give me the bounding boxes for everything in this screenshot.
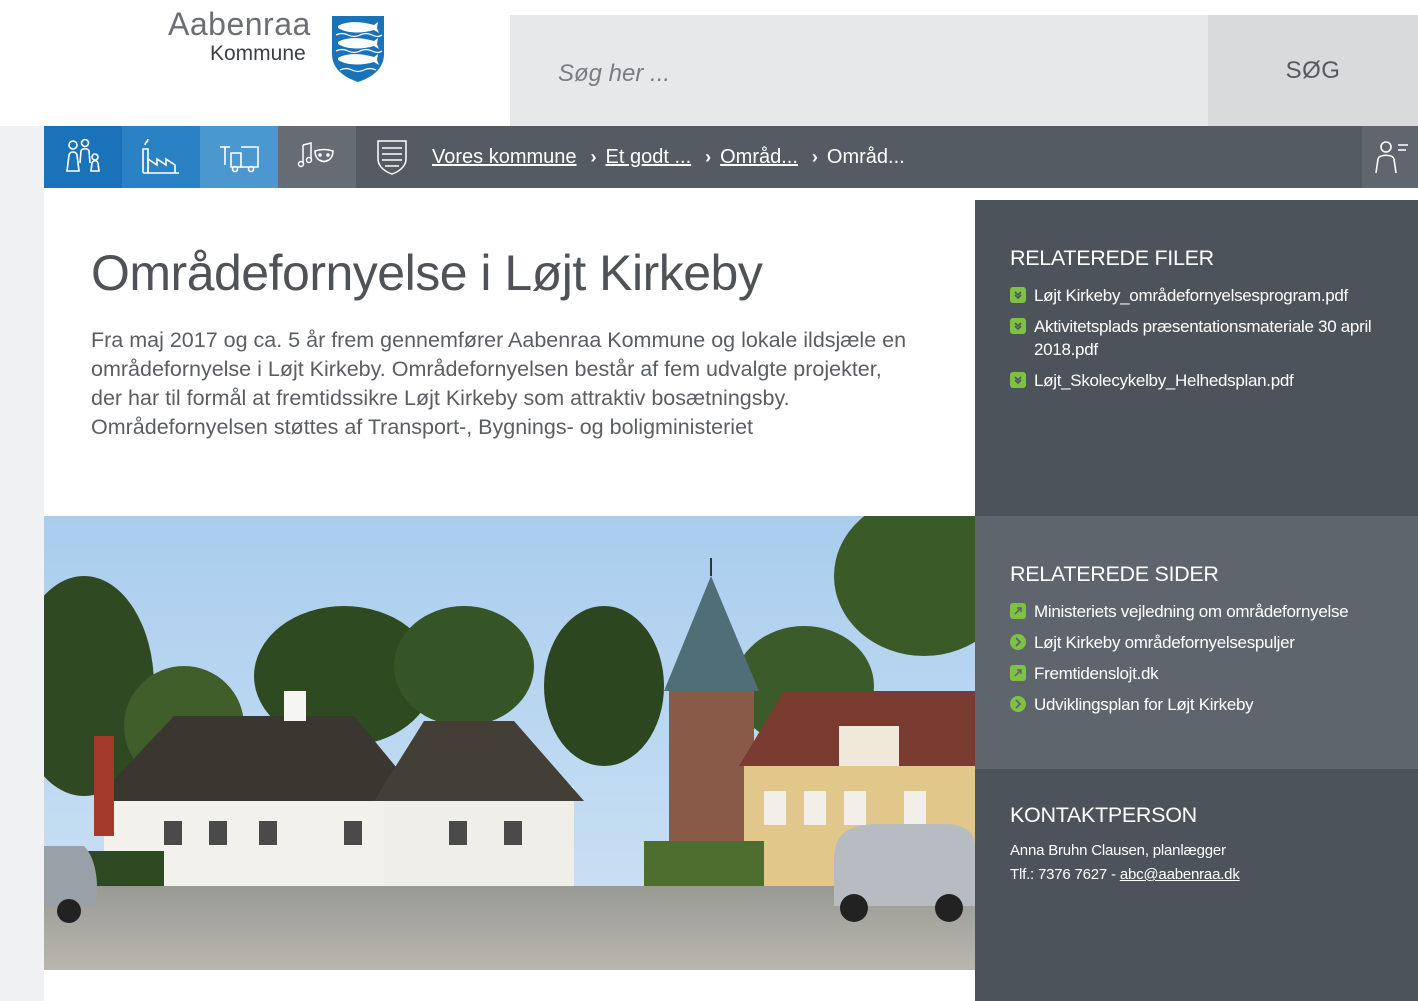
- nav-business-button[interactable]: [122, 126, 200, 188]
- related-page-label: Fremtidenslojt.dk: [1034, 664, 1159, 683]
- nav-culture-button[interactable]: [278, 126, 356, 188]
- related-file-item[interactable]: Løjt Kirkeby_områdefornyelsesprogram.pdf: [1010, 284, 1410, 307]
- logo-text-line2: Kommune: [210, 42, 306, 65]
- download-icon: [1010, 318, 1026, 334]
- factory-icon: [142, 138, 179, 174]
- external-link-icon: [1010, 665, 1026, 681]
- related-file-label: Aktivitetsplads præsentationsmateriale 3…: [1034, 317, 1372, 359]
- breadcrumb-separator: ›: [705, 146, 712, 167]
- truck-icon: [220, 146, 259, 173]
- contact-email-link[interactable]: abc@aabenraa.dk: [1120, 866, 1240, 883]
- breadcrumb-link-vores-kommune[interactable]: Vores kommune: [432, 146, 577, 169]
- contact-phone-line: Tlf.: 7376 7627 - abc@aabenraa.dk: [1010, 863, 1240, 887]
- user-icon: [1375, 141, 1408, 174]
- download-icon: [1010, 372, 1026, 388]
- logo[interactable]: Aabenraa Kommune: [168, 6, 398, 96]
- related-files-heading: RELATEREDE FILER: [1010, 246, 1214, 270]
- top-navigation: Vores kommune › Et godt ... › Områd... ›…: [44, 126, 1418, 188]
- family-icon: [66, 138, 100, 172]
- logo-shield-icon: [332, 16, 384, 82]
- related-page-label: Udviklingsplan for Løjt Kirkeby: [1034, 695, 1254, 714]
- related-files-panel: RELATEREDE FILER Løjt Kirkeby_områdeforn…: [975, 200, 1418, 516]
- intro-text: Fra maj 2017 og ca. 5 år frem gennemføre…: [91, 328, 907, 439]
- breadcrumb-separator: ›: [590, 146, 597, 167]
- related-file-label: Løjt_Skolecykelby_Helhedsplan.pdf: [1034, 371, 1294, 390]
- breadcrumb-link-omrad[interactable]: Områd...: [720, 146, 798, 169]
- contact-panel: KONTAKTPERSON Anna Bruhn Clausen, planlæ…: [975, 769, 1418, 1001]
- nav-municipality-button[interactable]: [356, 126, 428, 188]
- related-file-label: Løjt Kirkeby_områdefornyelsesprogram.pdf: [1034, 286, 1348, 305]
- related-page-item[interactable]: Udviklingsplan for Løjt Kirkeby: [1010, 693, 1410, 716]
- contact-info: Anna Bruhn Clausen, planlægger Tlf.: 737…: [1010, 839, 1240, 887]
- contact-name: Anna Bruhn Clausen, planlægger: [1010, 842, 1226, 859]
- page-title: Områdefornyelse i Løjt Kirkeby: [91, 245, 763, 301]
- related-page-item[interactable]: Løjt Kirkeby områdefornyelsespuljer: [1010, 631, 1410, 654]
- sidebar: RELATEREDE FILER Løjt Kirkeby_områdeforn…: [975, 200, 1418, 1001]
- logo-text-line1: Aabenraa: [168, 6, 311, 42]
- related-files-list: Løjt Kirkeby_områdefornyelsesprogram.pdf…: [1010, 284, 1410, 400]
- nav-family-button[interactable]: [44, 126, 122, 188]
- crest-icon: [377, 140, 407, 175]
- breadcrumb-separator: ›: [811, 146, 818, 167]
- left-gutter: [0, 126, 44, 1001]
- breadcrumb-link-et-godt[interactable]: Et godt ...: [606, 146, 692, 169]
- breadcrumb-current: Områd...: [826, 145, 905, 168]
- village-photo: [44, 516, 975, 970]
- nav-user-button[interactable]: [1362, 126, 1418, 188]
- breadcrumb: Vores kommune › Et godt ... › Områd... ›…: [432, 126, 905, 188]
- related-file-item[interactable]: Aktivitetsplads præsentationsmateriale 3…: [1010, 315, 1410, 361]
- nav-transport-button[interactable]: [200, 126, 278, 188]
- related-page-item[interactable]: Fremtidenslojt.dk: [1010, 662, 1410, 685]
- download-icon: [1010, 287, 1026, 303]
- search-input[interactable]: [510, 15, 1208, 126]
- arrow-right-icon: [1010, 634, 1026, 650]
- related-pages-panel: RELATEREDE SIDER Ministeriets vejledning…: [975, 516, 1418, 769]
- search-bar: SØG: [510, 15, 1418, 126]
- related-page-label: Ministeriets vejledning om områdefornyel…: [1034, 602, 1349, 621]
- related-pages-heading: RELATEREDE SIDER: [1010, 562, 1219, 586]
- culture-icon: [297, 142, 334, 168]
- village-photo-image: [44, 516, 975, 970]
- related-page-label: Løjt Kirkeby områdefornyelsespuljer: [1034, 633, 1295, 652]
- related-file-item[interactable]: Løjt_Skolecykelby_Helhedsplan.pdf: [1010, 369, 1410, 392]
- related-page-item[interactable]: Ministeriets vejledning om områdefornyel…: [1010, 600, 1410, 623]
- related-pages-list: Ministeriets vejledning om områdefornyel…: [1010, 600, 1410, 724]
- contact-phone: Tlf.: 7376 7627 -: [1010, 866, 1120, 883]
- search-button[interactable]: SØG: [1208, 15, 1418, 126]
- arrow-right-icon: [1010, 696, 1026, 712]
- contact-heading: KONTAKTPERSON: [1010, 803, 1197, 827]
- external-link-icon: [1010, 603, 1026, 619]
